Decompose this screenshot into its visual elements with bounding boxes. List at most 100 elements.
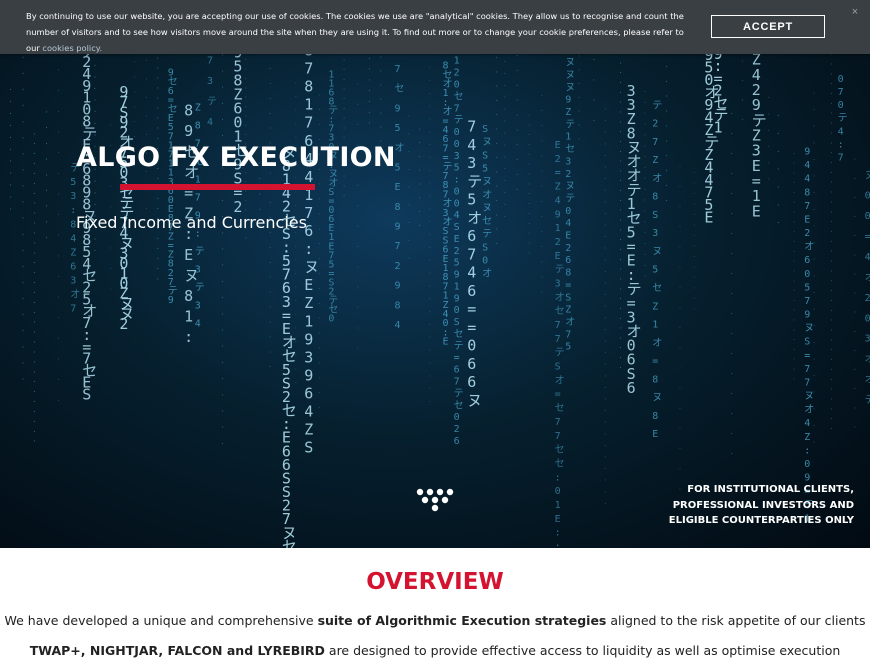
svg-text:·: ·	[268, 348, 272, 356]
svg-text:オ: オ	[395, 142, 405, 154]
accept-cookies-button[interactable]: ACCEPT	[711, 15, 825, 38]
svg-text:0: 0	[454, 198, 460, 209]
svg-text:·: ·	[32, 150, 36, 158]
svg-text:·: ·	[853, 366, 857, 374]
svg-text:0: 0	[454, 139, 460, 150]
svg-text:Z: Z	[652, 301, 658, 312]
svg-text:·: ·	[540, 213, 544, 221]
svg-text:4: 4	[304, 403, 313, 421]
svg-text:=: =	[467, 319, 476, 337]
svg-text:·: ·	[540, 243, 544, 251]
svg-text:·: ·	[812, 289, 816, 297]
svg-text:·: ·	[643, 110, 647, 118]
svg-text:オ: オ	[865, 374, 870, 386]
svg-text:·: ·	[32, 229, 36, 237]
svg-text:·: ·	[665, 93, 669, 101]
svg-text:S: S	[482, 124, 488, 135]
svg-text:·: ·	[692, 232, 696, 240]
svg-text:·: ·	[776, 166, 780, 174]
svg-text:·: ·	[428, 128, 432, 136]
svg-text:3: 3	[652, 228, 658, 239]
svg-text:·: ·	[730, 230, 734, 238]
code-stream: ·························	[21, 6, 25, 384]
svg-text:·: ·	[32, 259, 36, 267]
svg-text:·: ·	[603, 314, 607, 322]
svg-text:·: ·	[503, 213, 507, 221]
svg-text:·: ·	[418, 181, 422, 189]
svg-text:·: ·	[268, 125, 272, 133]
svg-text:·: ·	[317, 389, 321, 397]
svg-text:·: ·	[503, 82, 507, 90]
svg-text:0: 0	[467, 337, 476, 355]
scroll-down-icon[interactable]	[414, 486, 456, 514]
svg-text:·: ·	[367, 87, 371, 95]
svg-text:·: ·	[829, 218, 833, 226]
svg-text:·: ·	[792, 199, 796, 207]
svg-text:·: ·	[812, 156, 816, 164]
svg-text:5: 5	[804, 282, 810, 293]
code-stream: ·····················	[57, 5, 61, 405]
svg-text:·: ·	[577, 122, 581, 130]
svg-text:E: E	[555, 514, 561, 525]
code-stream: SヌS5ヌオヌセテS0オ	[482, 124, 492, 280]
svg-text:·: ·	[428, 116, 432, 124]
svg-text:·: ·	[57, 190, 61, 198]
svg-text:オ: オ	[482, 268, 492, 280]
svg-text:·: ·	[643, 240, 647, 248]
svg-text:セ: セ	[555, 458, 565, 470]
close-icon[interactable]: ×	[848, 5, 862, 19]
svg-text:·: ·	[379, 68, 383, 76]
svg-text:·: ·	[527, 111, 531, 119]
svg-text:7: 7	[565, 329, 571, 340]
svg-text:·: ·	[342, 182, 346, 190]
svg-text:·: ·	[678, 183, 682, 191]
svg-text:セ: セ	[454, 328, 464, 340]
svg-text:·: ·	[294, 93, 298, 101]
svg-text:·: ·	[428, 295, 432, 303]
svg-text:2: 2	[555, 154, 561, 165]
svg-text:·: ·	[665, 182, 669, 190]
svg-text:7: 7	[304, 60, 313, 78]
svg-text:·: ·	[853, 423, 857, 431]
svg-text:3: 3	[565, 156, 571, 167]
svg-text:·: ·	[133, 88, 137, 96]
investor-disclaimer: FOR INSTITUTIONAL CLIENTS, PROFESSIONAL …	[669, 482, 854, 529]
svg-text:·: ·	[44, 108, 48, 116]
svg-text:·: ·	[221, 343, 225, 351]
svg-text:·: ·	[9, 134, 13, 142]
svg-text:·: ·	[829, 258, 833, 266]
svg-text:·: ·	[221, 359, 225, 367]
svg-text:·: ·	[32, 299, 36, 307]
code-stream: 743テ5オ6746==066ヌ	[467, 118, 482, 410]
code-stream: · · · · · · · · ·	[407, 113, 411, 263]
svg-text:·: ·	[21, 86, 25, 94]
overview-text: aligned to the risk appetite of our clie…	[610, 613, 866, 628]
svg-text:·: ·	[21, 327, 25, 335]
svg-text:·: ·	[853, 270, 857, 278]
svg-text:·: ·	[294, 79, 298, 87]
overview-text: We have developed a unique and comprehen…	[4, 613, 314, 628]
overview-heading: OVERVIEW	[366, 569, 504, 595]
svg-text:4: 4	[804, 418, 810, 429]
svg-text:1: 1	[555, 500, 561, 511]
svg-text:·: ·	[678, 425, 682, 433]
svg-text:·: ·	[428, 372, 432, 380]
svg-text:·: ·	[32, 180, 36, 188]
svg-text:·: ·	[740, 77, 744, 85]
svg-text:·: ·	[367, 120, 371, 128]
svg-text:7: 7	[652, 137, 658, 148]
svg-text:·: ·	[32, 358, 36, 366]
svg-text:·: ·	[342, 134, 346, 142]
svg-text:·: ·	[418, 139, 422, 147]
svg-text:·: ·	[619, 236, 623, 244]
cookies-policy-link[interactable]: cookies policy.	[42, 43, 102, 53]
svg-text:·: ·	[9, 86, 13, 94]
svg-text:·: ·	[540, 122, 544, 130]
svg-text:·: ·	[619, 109, 623, 117]
svg-text:·: ·	[495, 183, 499, 191]
svg-text:8: 8	[804, 187, 810, 198]
svg-text:·: ·	[407, 184, 411, 192]
svg-text:3: 3	[70, 275, 76, 286]
svg-text:E: E	[184, 246, 193, 264]
svg-text:·: ·	[44, 156, 48, 164]
